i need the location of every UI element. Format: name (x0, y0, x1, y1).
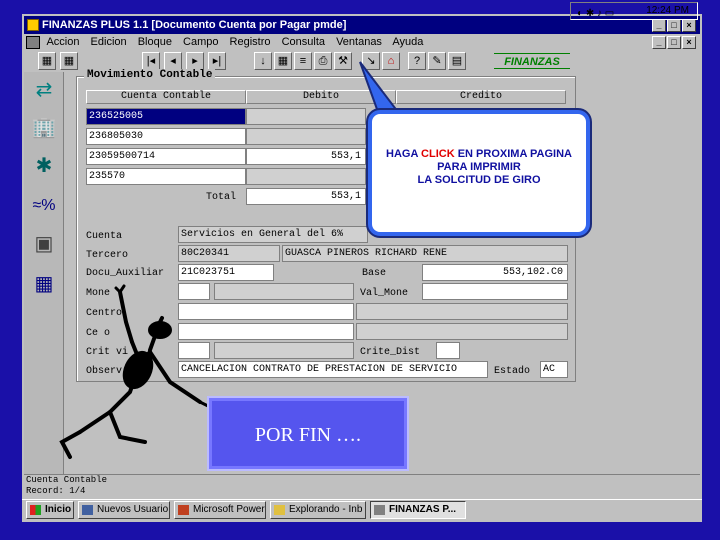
save-icon[interactable]: ▦ (38, 52, 56, 70)
crite-dist-label: Crite_Dist (360, 347, 421, 358)
maximize-button[interactable]: □ (667, 19, 681, 32)
finanzas-app-icon (374, 505, 385, 515)
menu-ventanas[interactable]: Ventanas (336, 36, 382, 48)
grid-cuenta-4[interactable]: 235570 (86, 168, 246, 185)
cuenta-label: Cuenta (86, 231, 123, 242)
base-label: Base (362, 268, 387, 279)
tercero-id-field[interactable]: 80C20341 (178, 245, 280, 262)
ceco-desc-field[interactable] (356, 323, 568, 340)
percent-icon[interactable]: ≈% (28, 190, 60, 222)
last-record-icon[interactable]: ▸| (208, 52, 226, 70)
windows-logo-icon (30, 505, 41, 515)
help-icon[interactable]: ? (408, 52, 426, 70)
menu-registro[interactable]: Registro (230, 36, 271, 48)
docu-auxiliar-label: Docu_Auxiliar (86, 268, 165, 279)
val-mone-label: Val_Mone (360, 288, 409, 299)
powerpoint-icon (178, 505, 189, 515)
grid-cuenta-3[interactable]: 23059500714 (86, 148, 246, 165)
menu-campo[interactable]: Campo (183, 36, 218, 48)
doc-close-button[interactable]: × (682, 36, 696, 49)
vertical-scrollbar[interactable] (686, 72, 700, 474)
group-title: Movimiento Contable (84, 69, 216, 81)
grid-debito-3[interactable]: 553,1 (246, 148, 366, 165)
list-icon[interactable]: ≡ (294, 52, 312, 70)
menu-ayuda[interactable]: Ayuda (392, 36, 423, 48)
system-tray: ◐ ✱ ♪ ▭ 12:24 PM (570, 2, 698, 20)
menu-bar: Accion Edicion Bloque Campo Registro Con… (24, 34, 700, 50)
grid-icon[interactable]: ▦ (60, 52, 78, 70)
header-cuenta: Cuenta Contable (86, 90, 246, 104)
callout-text: HAGA CLICK EN PROXIMA PAGINA PARA IMPRIM… (372, 148, 586, 187)
tray-icons[interactable]: ◐ ✱ ♪ ▭ (577, 6, 614, 22)
task-explorando[interactable]: Explorando - Inb (270, 501, 366, 519)
calculator-icon[interactable]: ✱ (28, 150, 60, 182)
cuenta-field[interactable]: Servicios en General del 6% (178, 226, 368, 243)
grid-cuenta-2[interactable]: 236805030 (86, 128, 246, 145)
brand-logo: FINANZAS (494, 53, 570, 69)
edit-icon[interactable]: ✎ (428, 52, 446, 70)
start-label: Inicio (45, 504, 72, 515)
crite-desc-field[interactable] (214, 342, 354, 359)
status-record: Record: 1/4 (26, 486, 86, 496)
document-icon[interactable]: ▤ (448, 52, 466, 70)
crite-dist-field[interactable] (436, 342, 460, 359)
task-finanzas[interactable]: FINANZAS P... (370, 501, 466, 519)
callout-line-1: HAGA CLICK EN PROXIMA PAGINA (386, 148, 572, 160)
status-bar: Cuenta Contable Record: 1/4 (24, 474, 700, 498)
doc-icon[interactable] (26, 35, 40, 49)
base-field[interactable]: 553,102.C0 (422, 264, 568, 281)
estado-field[interactable]: AC (540, 361, 568, 378)
click-word: CLICK (421, 148, 455, 160)
doc-minimize-button[interactable]: _ (652, 36, 666, 49)
insert-icon[interactable]: ↓ (254, 52, 272, 70)
total-value: 553,1 (246, 188, 366, 205)
app-icon[interactable] (27, 19, 39, 31)
grid-cuenta-1[interactable]: 236525005 (86, 108, 246, 125)
observ-field[interactable]: CANCELACION CONTRATO DE PRESTACION DE SE… (178, 361, 488, 378)
menu-consulta[interactable]: Consulta (282, 36, 325, 48)
menu-accion[interactable]: Accion (46, 36, 79, 48)
callout-line-3: LA SOLCITUD DE GIRO (417, 174, 541, 186)
grid-debito-4[interactable] (246, 168, 366, 185)
estado-label: Estado (494, 366, 531, 377)
building-icon[interactable]: 🏢 (28, 112, 60, 144)
clock[interactable]: 12:24 PM (646, 5, 689, 16)
window-title: FINANZAS PLUS 1.1 [Documento Cuenta por … (42, 19, 347, 31)
cartoon-figure (59, 284, 212, 459)
status-field-name: Cuenta Contable (26, 475, 108, 485)
callout-line-2: PARA IMPRIMIR (437, 161, 521, 173)
brand-logo-text: FINANZAS (504, 56, 560, 68)
people-icon (82, 505, 93, 515)
tercero-name-field[interactable]: GUASCA PINEROS RICHARD RENE (282, 245, 568, 262)
docu-auxiliar-field[interactable]: 21C023751 (178, 264, 274, 281)
close-button[interactable]: × (682, 19, 696, 32)
task-nuevos-usuario[interactable]: Nuevos Usuario (78, 501, 170, 519)
val-mone-field[interactable] (422, 283, 568, 300)
grid-debito-1[interactable] (246, 108, 366, 125)
table-icon[interactable]: ▦ (274, 52, 292, 70)
next-icon[interactable]: ▸ (186, 52, 204, 70)
first-record-icon[interactable]: |◂ (142, 52, 160, 70)
grid-debito-2[interactable] (246, 128, 366, 145)
tercero-label: Tercero (86, 250, 129, 261)
menu-edicion[interactable]: Edicion (91, 36, 127, 48)
stack-icon[interactable]: ▣ (28, 228, 60, 260)
centro-desc-field[interactable] (356, 303, 568, 320)
print-icon[interactable]: ⎙ (314, 52, 332, 70)
por-fin-text: POR FIN …. (254, 424, 362, 446)
folder-icon (274, 505, 285, 515)
minimize-button[interactable]: _ (652, 19, 666, 32)
task-microsoft-power[interactable]: Microsoft Power (174, 501, 266, 519)
header-credito: Credito (396, 90, 566, 104)
doc-maximize-button[interactable]: □ (667, 36, 681, 49)
moneda-desc-field[interactable] (214, 283, 354, 300)
start-button[interactable]: Inicio (26, 501, 74, 519)
transfer-arrows-icon[interactable]: ⇄ (28, 74, 60, 106)
previous-icon[interactable]: ◂ (164, 52, 182, 70)
total-label: Total (206, 192, 237, 203)
menu-bloque[interactable]: Bloque (138, 36, 172, 48)
